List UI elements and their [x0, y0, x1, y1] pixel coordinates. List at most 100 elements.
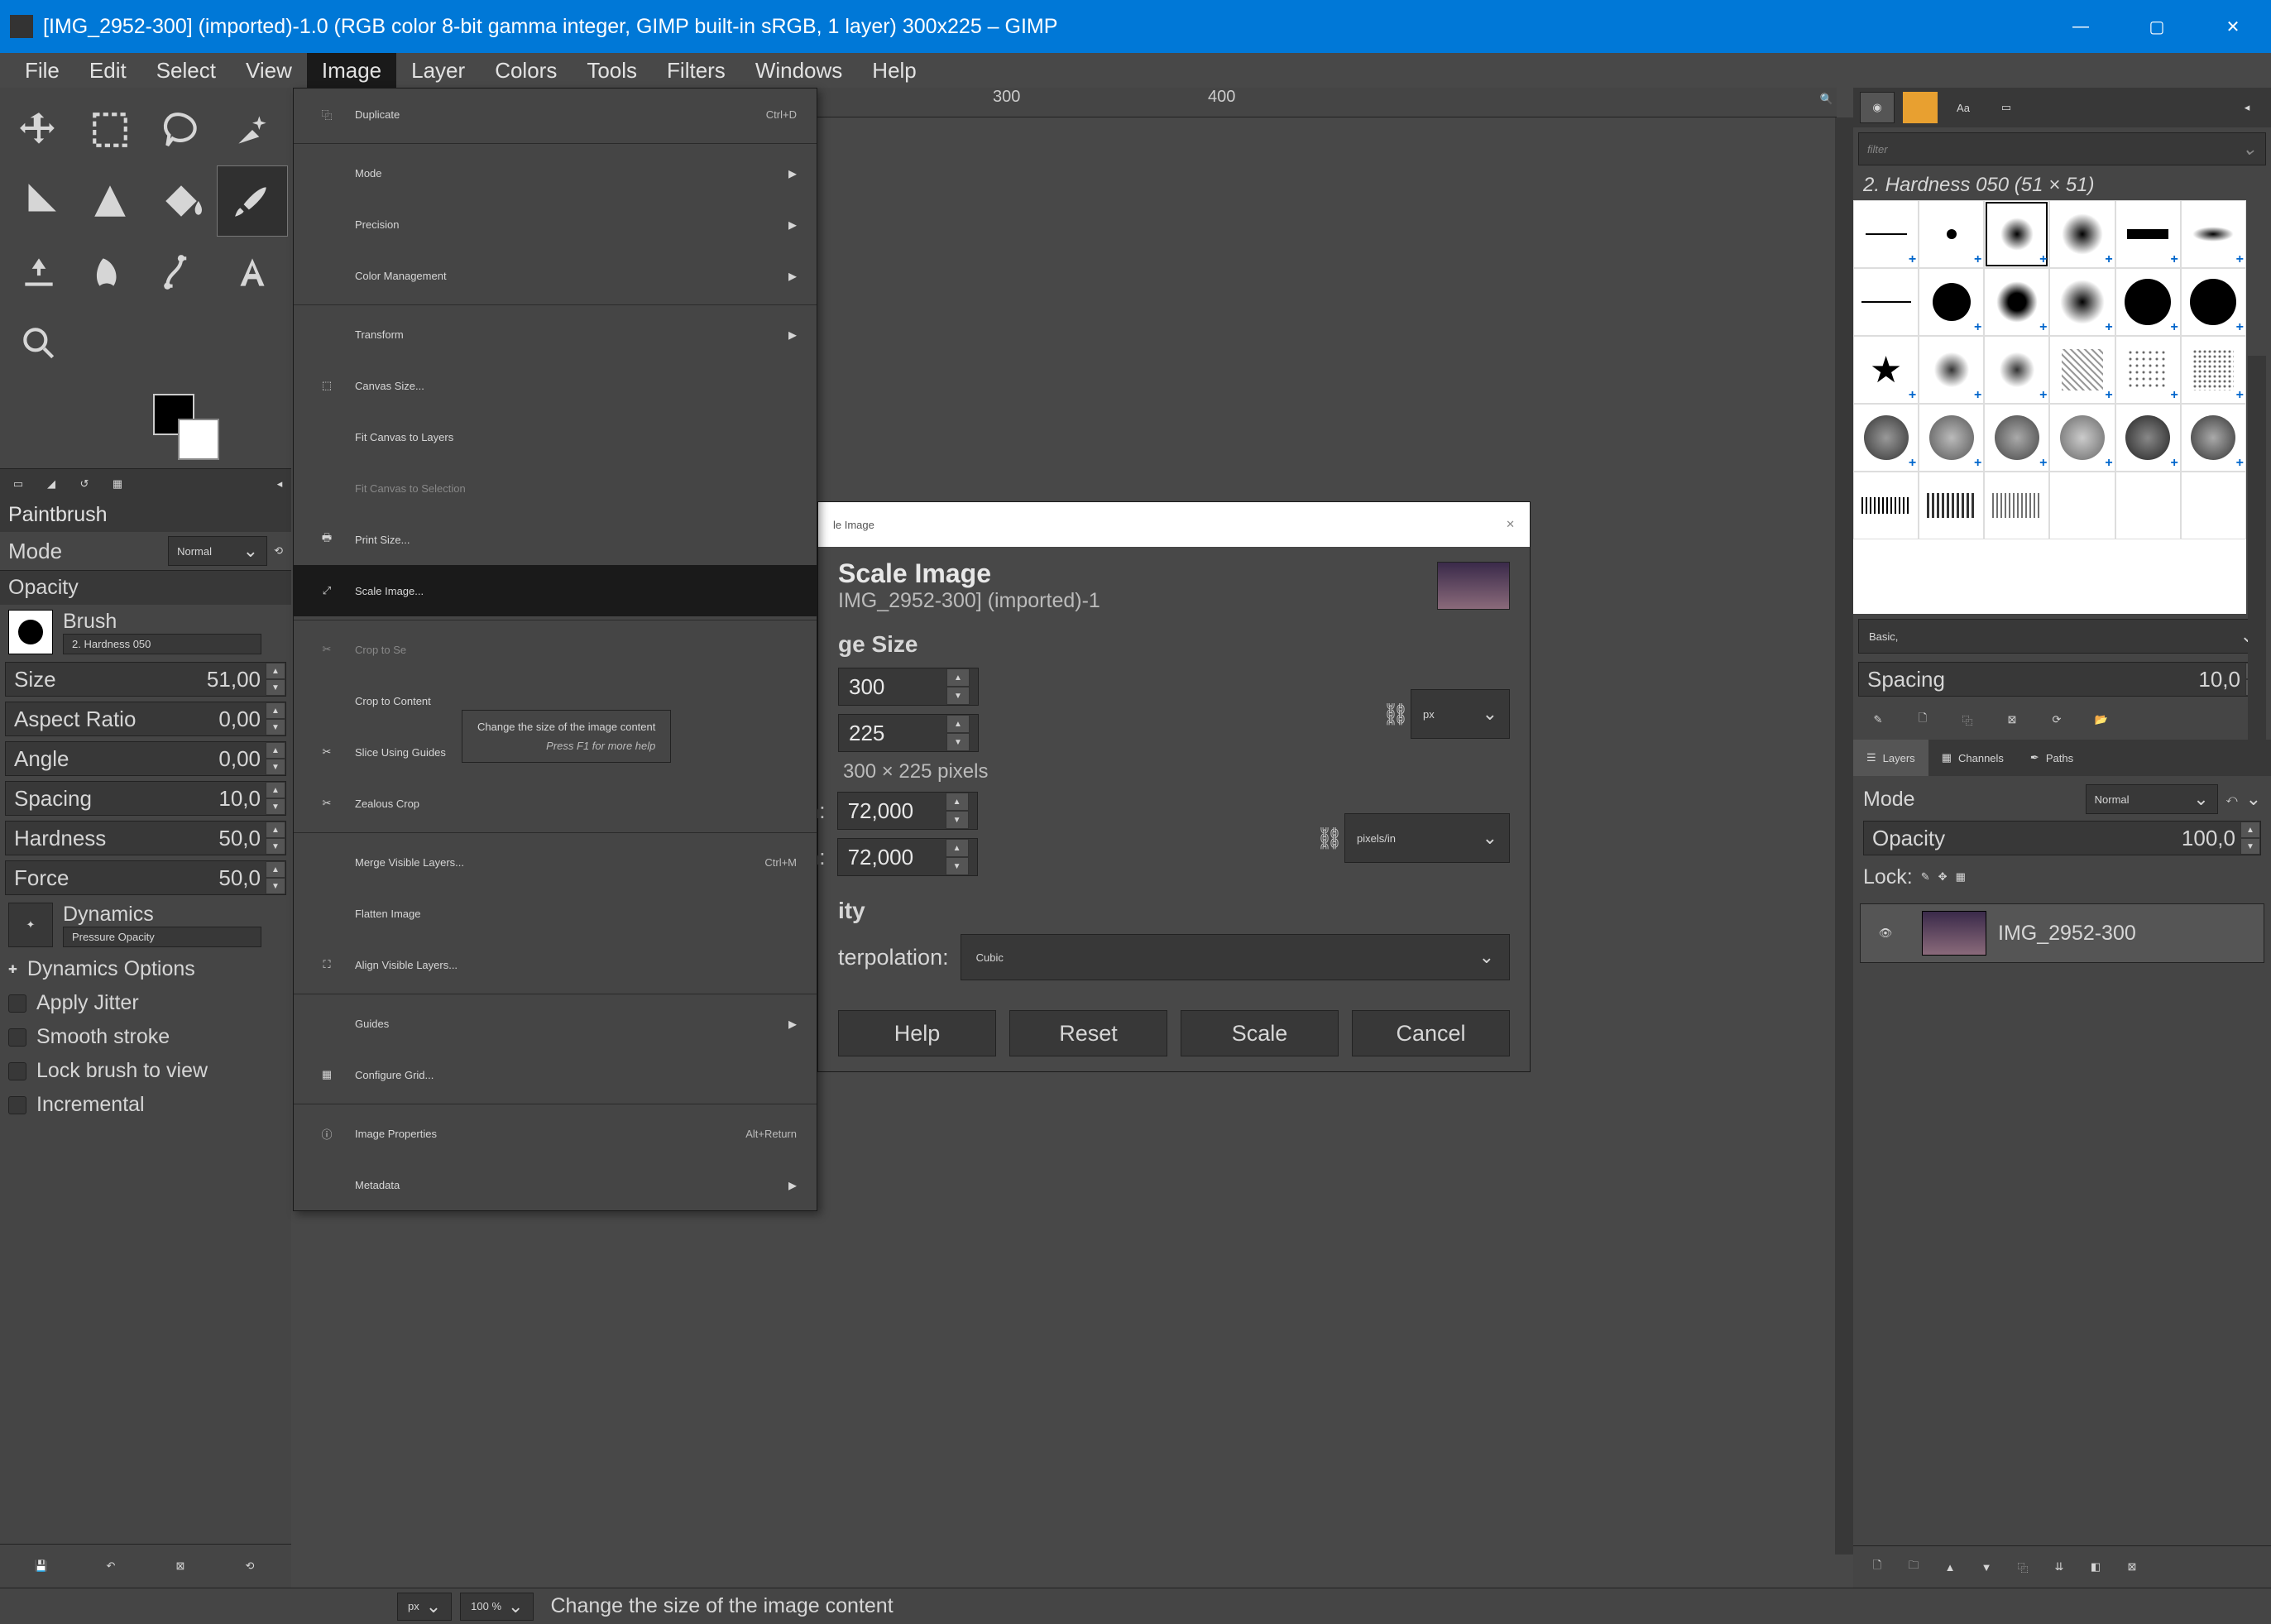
menu-transform[interactable]: Transform▸: [294, 309, 817, 360]
menu-flatten[interactable]: Flatten Image: [294, 888, 817, 939]
tool-move[interactable]: [3, 94, 74, 165]
tab-menu-icon[interactable]: ◂: [268, 472, 291, 496]
xres-input[interactable]: ▲▼: [837, 792, 978, 830]
res-link-icon[interactable]: ⛓: [1315, 797, 1344, 879]
menu-edit[interactable]: Edit: [74, 53, 141, 88]
tab-layers[interactable]: ☰Layers: [1853, 740, 1928, 776]
tool-rect-select[interactable]: [74, 94, 146, 165]
tool-text[interactable]: [217, 237, 288, 308]
brush-cell[interactable]: [1853, 268, 1919, 336]
menu-file[interactable]: File: [10, 53, 74, 88]
tool-paintbrush[interactable]: [217, 165, 288, 237]
reset-button[interactable]: Reset: [1009, 1010, 1167, 1056]
menu-scale-image[interactable]: ⤢Scale Image...: [294, 565, 817, 616]
force-spinner[interactable]: Force50,0▲▼: [5, 860, 286, 895]
menu-fit-layers[interactable]: Fit Canvas to Layers: [294, 411, 817, 462]
delete-preset-icon[interactable]: ⊠: [165, 1551, 195, 1581]
spacing-spinner[interactable]: Spacing10,0▲▼: [5, 781, 286, 816]
dynamics-thumb[interactable]: ✦: [8, 903, 53, 947]
brush-cell[interactable]: +: [2049, 404, 2115, 472]
brush-cell[interactable]: +: [2181, 200, 2246, 268]
brush-cell[interactable]: [1853, 472, 1919, 539]
brush-cell[interactable]: +: [1984, 404, 2049, 472]
dialog-titlebar[interactable]: le Image✕: [818, 502, 1530, 547]
lock-alpha-icon[interactable]: ▦: [1956, 870, 1966, 884]
brush-cell[interactable]: [2115, 472, 2181, 539]
menu-merge-layers[interactable]: Merge Visible Layers...Ctrl+M: [294, 836, 817, 888]
yres-input[interactable]: ▲▼: [837, 838, 978, 876]
width-input[interactable]: ▲▼: [838, 668, 979, 706]
lock-checkbox[interactable]: [8, 1062, 26, 1080]
brush-cell[interactable]: [1919, 472, 1984, 539]
menu-help[interactable]: Help: [857, 53, 931, 88]
layer-row[interactable]: 👁 IMG_2952-300: [1860, 903, 2264, 963]
menu-canvas-size[interactable]: ⬚Canvas Size...: [294, 360, 817, 411]
refresh-brush-icon[interactable]: ⟳: [2043, 707, 2070, 733]
tool-clone[interactable]: [3, 237, 74, 308]
opacity-header[interactable]: Opacity: [0, 570, 291, 605]
brush-cell[interactable]: +: [1919, 336, 1984, 404]
menu-precision[interactable]: Precision▸: [294, 199, 817, 250]
layer-mode-switch-icon[interactable]: ⤺: [2226, 793, 2238, 806]
brush-cell[interactable]: +: [1919, 200, 1984, 268]
brush-cell[interactable]: [1984, 472, 2049, 539]
layer-opacity-spinner[interactable]: Opacity100,0▲▼: [1863, 821, 2261, 855]
layer-name[interactable]: IMG_2952-300: [1998, 922, 2136, 946]
dup-brush-icon[interactable]: ⿻: [1954, 707, 1981, 733]
open-brush-icon[interactable]: 📂: [2088, 707, 2115, 733]
del-brush-icon[interactable]: ⊠: [1999, 707, 2025, 733]
mask-layer-icon[interactable]: ◧: [2082, 1553, 2110, 1581]
dialog-close-icon[interactable]: ✕: [1506, 518, 1515, 531]
menu-metadata[interactable]: Metadata▸: [294, 1159, 817, 1210]
tab-device-status-icon[interactable]: ◢: [40, 472, 63, 496]
status-zoom-select[interactable]: 100 %: [460, 1593, 534, 1621]
size-unit-select[interactable]: px: [1411, 689, 1510, 739]
layer-visibility-icon[interactable]: 👁: [1861, 927, 1910, 940]
restore-preset-icon[interactable]: ↶: [96, 1551, 126, 1581]
menu-select[interactable]: Select: [141, 53, 231, 88]
tool-smudge[interactable]: [74, 237, 146, 308]
mode-select[interactable]: Normal: [168, 536, 267, 566]
reset-preset-icon[interactable]: ⟲: [235, 1551, 265, 1581]
tab-images-icon[interactable]: ▦: [106, 472, 129, 496]
brush-cell[interactable]: +: [1853, 200, 1919, 268]
menu-layer[interactable]: Layer: [396, 53, 480, 88]
lock-position-icon[interactable]: ✥: [1938, 870, 1948, 884]
menu-configure-grid[interactable]: ▦Configure Grid...: [294, 1049, 817, 1100]
tab-patterns-icon[interactable]: [1903, 92, 1938, 123]
background-color[interactable]: [178, 419, 219, 460]
tab-history-icon[interactable]: ▭: [1989, 92, 2024, 123]
merge-layer-icon[interactable]: ⇊: [2045, 1553, 2073, 1581]
brush-cell[interactable]: +: [2115, 404, 2181, 472]
brush-cell[interactable]: +: [1919, 268, 1984, 336]
jitter-checkbox[interactable]: [8, 994, 26, 1013]
menu-windows[interactable]: Windows: [740, 53, 857, 88]
brush-cell[interactable]: +: [1919, 404, 1984, 472]
layer-thumb[interactable]: [1922, 911, 1986, 956]
size-spinner[interactable]: Size51,00▲▼: [5, 662, 286, 697]
brush-preset-select[interactable]: Basic,: [1858, 619, 2266, 654]
brush-cell[interactable]: +: [2049, 268, 2115, 336]
tool-fuzzy-select[interactable]: [217, 94, 288, 165]
tool-crop[interactable]: [3, 165, 74, 237]
tab-channels[interactable]: ▦Channels: [1928, 740, 2017, 776]
menu-image[interactable]: Image: [307, 53, 396, 88]
menu-filters[interactable]: Filters: [652, 53, 740, 88]
tool-transform[interactable]: [74, 165, 146, 237]
interpolation-select[interactable]: Cubic: [961, 934, 1510, 980]
aspect-spinner[interactable]: Aspect Ratio0,00▲▼: [5, 702, 286, 736]
brush-thumb[interactable]: [8, 610, 53, 654]
new-brush-icon[interactable]: 🗋: [1909, 707, 1936, 733]
tool-zoom[interactable]: [3, 308, 74, 379]
new-layer-icon[interactable]: 🗋: [1863, 1553, 1891, 1581]
tool-bucket[interactable]: [146, 165, 217, 237]
tab-paths[interactable]: ✒Paths: [2017, 740, 2087, 776]
dup-layer-icon[interactable]: ⿻: [2009, 1553, 2037, 1581]
color-swatches[interactable]: [0, 386, 291, 468]
zoom-fit-icon[interactable]: 🔍: [1820, 93, 1833, 106]
new-group-icon[interactable]: 🗀: [1900, 1553, 1928, 1581]
minimize-button[interactable]: —: [2043, 0, 2119, 53]
brush-cell[interactable]: +: [1984, 336, 2049, 404]
brush-grid-scrollbar[interactable]: [2248, 356, 2266, 769]
brush-spacing-spinner[interactable]: Spacing10,0▲▼: [1858, 662, 2266, 697]
